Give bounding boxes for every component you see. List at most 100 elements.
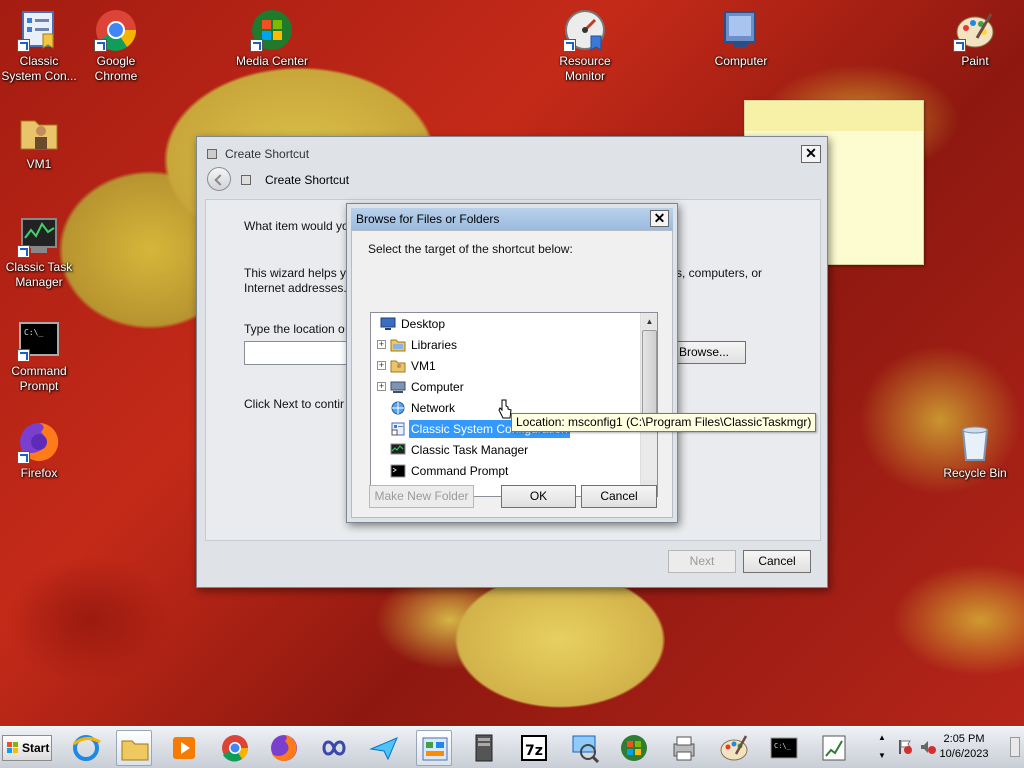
system-config-icon — [17, 8, 61, 52]
taskbar-7zip-button[interactable]: 7z — [516, 730, 552, 766]
tree-item-libraries[interactable]: + Libraries — [371, 335, 641, 355]
taskbar-firefox-button[interactable] — [266, 730, 302, 766]
desktop-icon-label: Google Chrome — [94, 54, 138, 83]
internet-explorer-icon — [73, 735, 101, 761]
next-button[interactable]: Next — [668, 550, 736, 573]
start-button[interactable]: Start — [2, 735, 52, 761]
expand-toggle[interactable]: + — [377, 340, 386, 349]
svg-text:7z: 7z — [525, 743, 543, 759]
action-center-flag-icon[interactable] — [898, 739, 912, 755]
close-button[interactable]: ✕ — [801, 145, 821, 163]
user-folder-icon — [390, 359, 406, 373]
desktop-icon-vm1[interactable]: VM1 — [0, 111, 78, 172]
taskbar-paint-button[interactable] — [716, 730, 752, 766]
shortcut-icon — [241, 175, 251, 185]
task-manager-icon — [390, 443, 406, 457]
taskbar-server-button[interactable] — [466, 730, 502, 766]
media-center-icon — [250, 8, 294, 52]
location-tooltip: Location: msconfig1 (C:\Program Files\Cl… — [511, 413, 817, 432]
media-player-icon — [173, 737, 195, 759]
desktop-icon — [380, 317, 396, 331]
clock-date: 10/6/2023 — [939, 748, 989, 760]
desktop-icon-label: VM1 — [26, 157, 52, 171]
taskbar-control-panel-button[interactable] — [416, 730, 452, 766]
taskbar-internet-explorer-button[interactable] — [68, 730, 104, 766]
chrome-icon — [222, 735, 249, 762]
7zip-icon: 7z — [521, 735, 547, 761]
desktop-icon-google-chrome[interactable]: Google Chrome — [77, 8, 155, 84]
computer-icon — [390, 380, 406, 394]
cancel-button[interactable]: Cancel — [743, 550, 811, 573]
wizard-header: Create Shortcut — [203, 165, 821, 197]
network-icon — [390, 401, 406, 415]
tree-item-vm1[interactable]: + VM1 — [371, 356, 641, 376]
tree-item-classic-task-manager[interactable]: Classic Task Manager — [371, 440, 641, 460]
desktop-icon-paint[interactable]: Paint — [936, 8, 1014, 69]
help-text-line2: Internet addresses. — [244, 281, 347, 295]
show-desktop-button[interactable] — [1010, 737, 1020, 757]
command-prompt-icon — [390, 464, 406, 478]
desktop-icon-classic-task-manager[interactable]: Classic Task Manager — [0, 214, 78, 290]
folder-tree[interactable]: ▲ ▼ Desktop + Libraries + VM1 + Computer Networ… — [370, 312, 658, 497]
tray-scroll-down[interactable]: ▼ — [878, 751, 886, 760]
back-button[interactable] — [207, 167, 231, 191]
browse-button[interactable]: Browse... — [672, 341, 746, 364]
window-title: Create Shortcut — [207, 147, 309, 161]
question-text: What item would yo — [244, 219, 349, 233]
tree-item-label: Computer — [411, 380, 464, 394]
taskbar-paper-plane-button[interactable] — [366, 730, 402, 766]
command-prompt-icon: C:\_ — [770, 737, 798, 759]
task-manager-icon — [17, 214, 61, 258]
taskbar-infinity-button[interactable] — [316, 730, 352, 766]
desktop-icon-command-prompt[interactable]: C:\_ Command Prompt — [0, 318, 78, 394]
desktop-icon-label: Command Prompt — [11, 364, 67, 393]
tree-item-desktop[interactable]: Desktop — [371, 314, 641, 334]
desktop-icon-label: Firefox — [20, 466, 58, 480]
taskbar-network-monitor-button[interactable] — [566, 730, 602, 766]
scroll-up-arrow[interactable]: ▲ — [642, 314, 657, 329]
desktop-icon-recycle-bin[interactable]: Recycle Bin — [936, 420, 1014, 481]
resource-monitor-icon — [563, 8, 607, 52]
location-label: Type the location o — [244, 322, 345, 336]
taskbar-file-explorer-button[interactable] — [116, 730, 152, 766]
browse-close-button[interactable]: ✕ — [650, 210, 669, 227]
taskbar-windows-button[interactable] — [616, 730, 652, 766]
browse-dialog-titlebar: Browse for Files or Folders — [351, 208, 673, 230]
infinity-icon — [322, 740, 346, 756]
desktop-icon-computer[interactable]: Computer — [702, 8, 780, 69]
desktop-icon-media-center[interactable]: Media Center — [233, 8, 311, 69]
browse-dialog: Browse for Files or Folders ✕ Select the… — [346, 203, 678, 523]
ok-button[interactable]: OK — [501, 485, 576, 508]
computer-icon — [719, 8, 763, 52]
firefox-icon — [271, 735, 297, 761]
tree-item-command-prompt[interactable]: Command Prompt — [371, 461, 641, 481]
taskbar-printer-button[interactable] — [666, 730, 702, 766]
desktop-icon-firefox[interactable]: Firefox — [0, 420, 78, 481]
taskbar-chrome-button[interactable] — [217, 730, 253, 766]
taskbar-media-player-button[interactable] — [166, 730, 202, 766]
paper-plane-icon — [369, 737, 398, 761]
taskbar-chart-button[interactable] — [816, 730, 852, 766]
make-new-folder-button[interactable]: Make New Folder — [369, 485, 474, 508]
help-text-line1-tail: s, computers, or — [676, 266, 763, 280]
tree-scrollbar[interactable]: ▲ ▼ — [640, 313, 657, 496]
location-input[interactable] — [244, 341, 354, 365]
tree-item-computer[interactable]: + Computer — [371, 377, 641, 397]
expand-toggle[interactable]: + — [377, 382, 386, 391]
command-prompt-icon: C:\_ — [17, 318, 61, 362]
taskbar-command-prompt-button[interactable]: C:\_ — [766, 730, 802, 766]
expand-toggle[interactable]: + — [377, 361, 386, 370]
tray-scroll-up[interactable]: ▲ — [878, 733, 886, 742]
file-explorer-icon — [121, 740, 149, 761]
firefox-icon — [17, 420, 61, 464]
browse-cancel-button[interactable]: Cancel — [581, 485, 657, 508]
taskbar-clock[interactable]: 2:05 PM 10/6/2023 — [934, 732, 994, 762]
desktop-icon-resource-monitor[interactable]: Resource Monitor — [546, 8, 624, 84]
shortcut-icon — [390, 422, 406, 436]
scroll-thumb[interactable] — [642, 330, 657, 417]
desktop-icon-classic-system-config[interactable]: Classic System Con... — [0, 8, 78, 84]
browse-dialog-title: Browse for Files or Folders — [356, 212, 500, 226]
paint-icon — [953, 8, 997, 52]
control-panel-icon — [422, 737, 448, 761]
browse-dialog-body: Select the target of the shortcut below:… — [351, 230, 673, 518]
